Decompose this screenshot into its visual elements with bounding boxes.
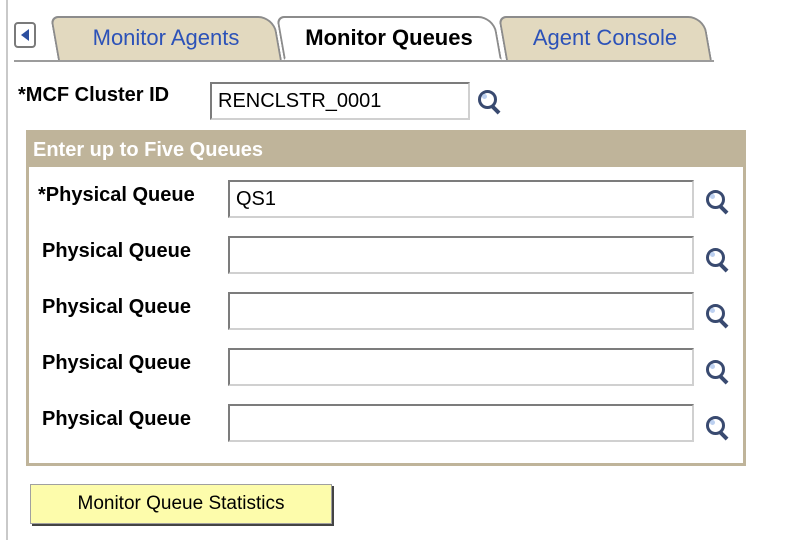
physical-queue-input-4[interactable] (228, 348, 694, 386)
physical-queue-label-4: Physical Queue (42, 352, 191, 374)
groupbox-title: Enter up to Five Queues (29, 133, 743, 167)
physical-queue-input-1[interactable] (228, 180, 694, 218)
physical-queue-lookup-icon-5[interactable] (704, 414, 730, 441)
scroll-left-icon[interactable] (14, 22, 36, 48)
tab-monitor-agents[interactable]: Monitor Agents (50, 16, 282, 60)
physical-queue-input-2[interactable] (228, 236, 694, 274)
tab-baseline (14, 60, 714, 62)
physical-queue-lookup-icon-2[interactable] (704, 246, 730, 273)
physical-queue-lookup-icon-1[interactable] (704, 188, 730, 215)
cluster-id-label: *MCF Cluster ID (18, 84, 170, 106)
physical-queue-input-3[interactable] (228, 292, 694, 330)
physical-queue-lookup-icon-3[interactable] (704, 302, 730, 329)
monitor-queue-statistics-button[interactable]: Monitor Queue Statistics (30, 484, 332, 524)
physical-queue-label-1: *Physical Queue (38, 184, 195, 206)
tab-agent-console[interactable]: Agent Console (498, 16, 712, 60)
physical-queue-lookup-icon-4[interactable] (704, 358, 730, 385)
cluster-lookup-icon[interactable] (476, 88, 502, 115)
tab-bar: Monitor Agents Agent Console Monitor Que… (14, 16, 714, 62)
tab-monitor-queues[interactable]: Monitor Queues (276, 16, 502, 60)
cluster-id-input[interactable] (210, 82, 470, 120)
left-frame-rule (6, 0, 8, 540)
physical-queue-input-5[interactable] (228, 404, 694, 442)
physical-queue-label-3: Physical Queue (42, 296, 191, 318)
physical-queue-label-5: Physical Queue (42, 408, 191, 430)
physical-queue-label-2: Physical Queue (42, 240, 191, 262)
